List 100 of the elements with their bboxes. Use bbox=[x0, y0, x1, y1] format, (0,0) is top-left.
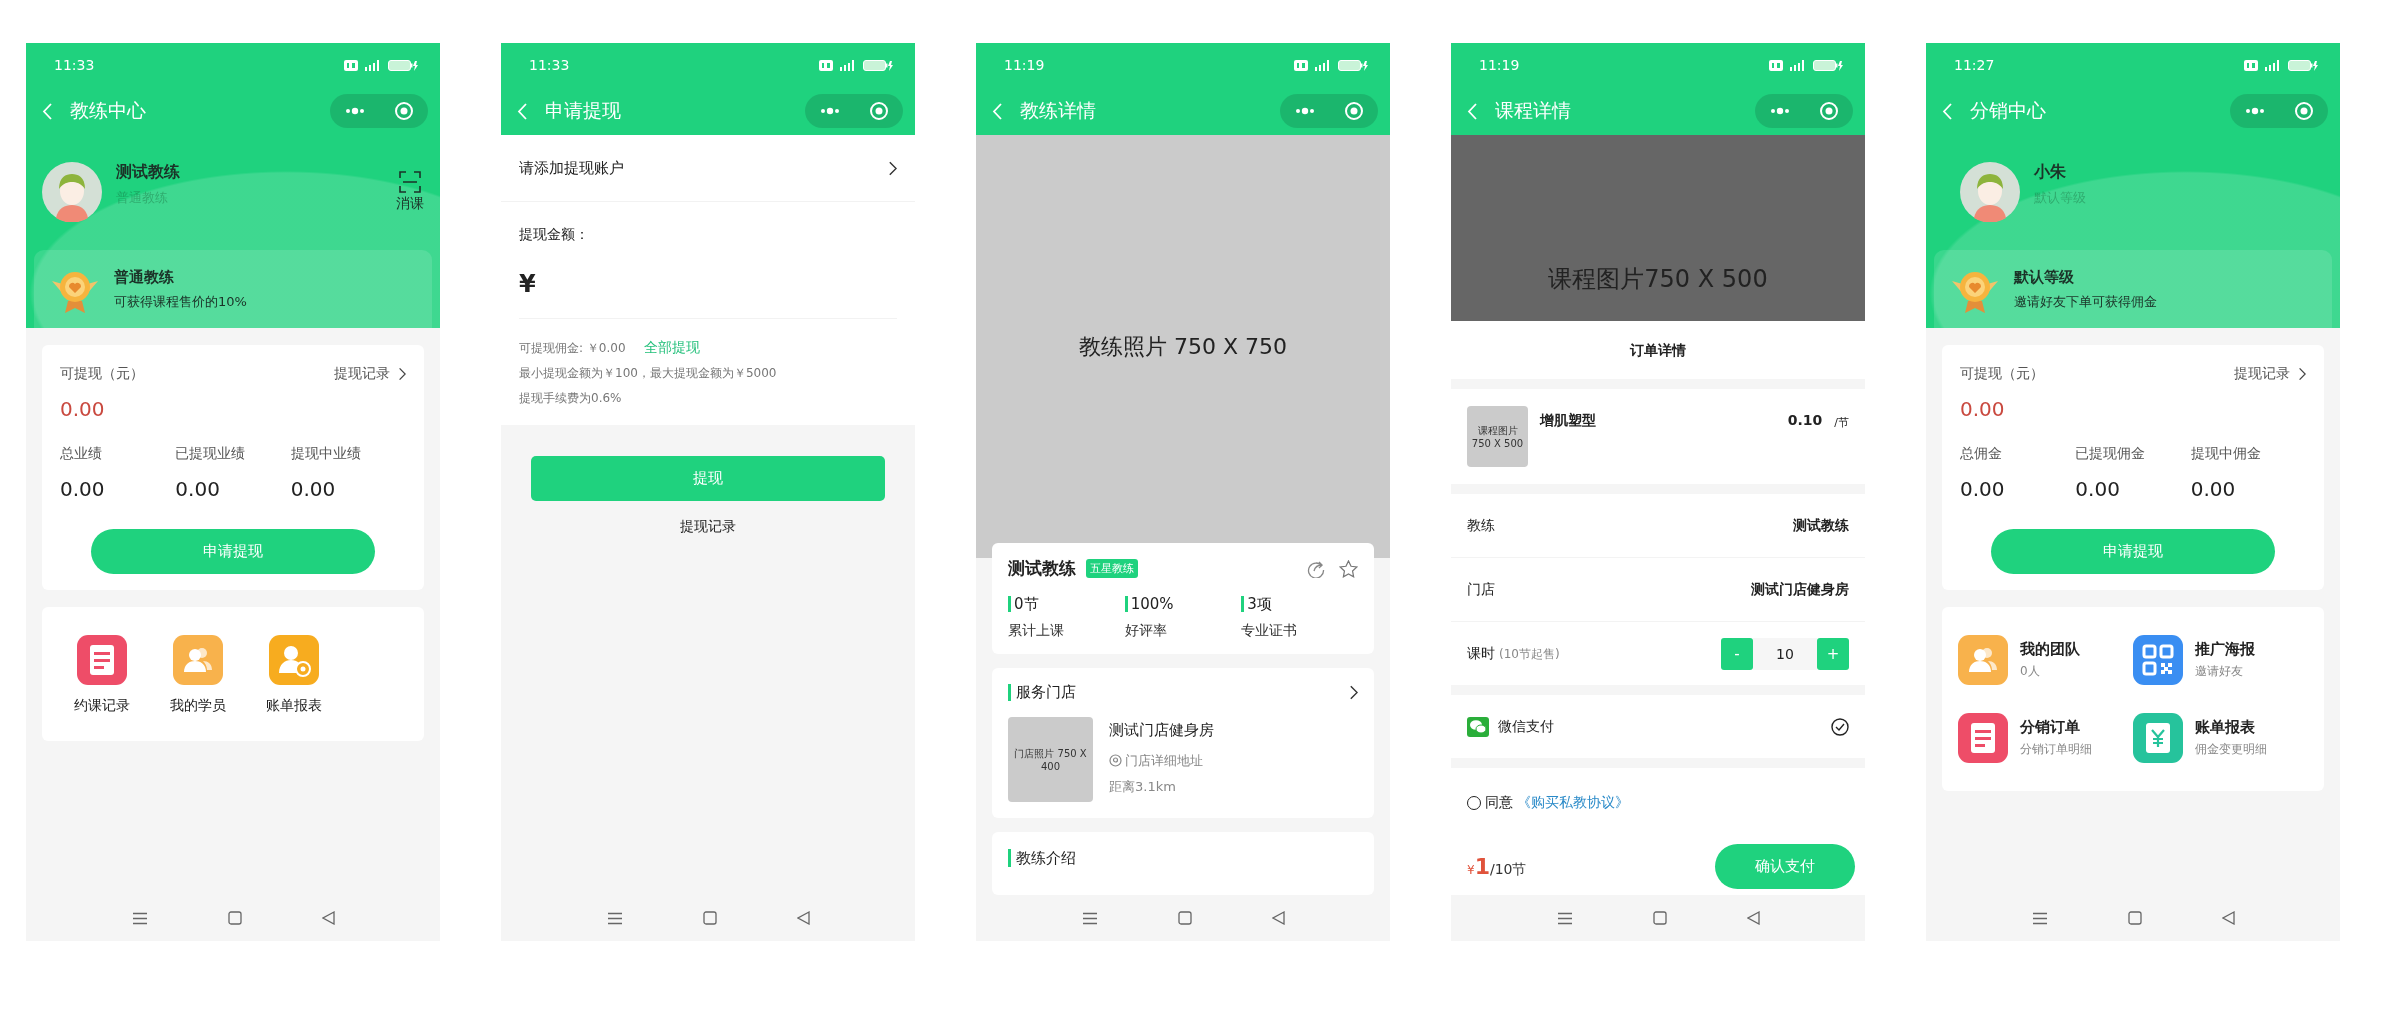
store-name[interactable]: 测试门店健身房 bbox=[1109, 721, 1214, 740]
home-icon[interactable] bbox=[1652, 911, 1667, 925]
menu-subtitle: 0人 bbox=[2020, 663, 2041, 680]
stat-label: 已提现业绩 bbox=[175, 445, 247, 463]
chevron-right-icon bbox=[398, 367, 406, 381]
battery-icon bbox=[1338, 59, 1368, 71]
share-icon[interactable] bbox=[1307, 559, 1325, 578]
people-icon[interactable] bbox=[1958, 635, 2008, 685]
back-triangle-icon[interactable] bbox=[1271, 911, 1285, 925]
more-icon[interactable] bbox=[1769, 107, 1790, 115]
battery-icon bbox=[2288, 59, 2318, 71]
agreement-link[interactable]: 《购买私教协议》 bbox=[1517, 794, 1629, 812]
stat-label: 累计上课 bbox=[1008, 622, 1065, 640]
placeholder-caption: 门店照片 750 X 400 bbox=[1013, 746, 1088, 773]
menu-icon[interactable] bbox=[1081, 911, 1098, 925]
signal-icon bbox=[364, 59, 382, 71]
add-account-row[interactable]: 请添加提现账户 bbox=[501, 135, 915, 202]
withdraw-record-link[interactable]: 提现记录 bbox=[2234, 365, 2306, 383]
page-title: 教练中心 bbox=[70, 98, 147, 123]
close-icon[interactable] bbox=[1343, 101, 1364, 121]
order-heading: 订单详情 bbox=[1451, 321, 1865, 379]
ledger-icon[interactable] bbox=[2133, 713, 2183, 763]
status-time: 11:33 bbox=[529, 57, 570, 73]
close-icon[interactable] bbox=[2293, 101, 2314, 121]
more-icon[interactable] bbox=[1294, 107, 1315, 115]
menu-label[interactable]: 约课记录 bbox=[74, 697, 130, 715]
stat-label: 总业绩 bbox=[60, 445, 103, 463]
qr-code-icon[interactable] bbox=[2133, 635, 2183, 685]
check-circle-icon[interactable] bbox=[1831, 717, 1849, 736]
page-title: 课程详情 bbox=[1495, 98, 1572, 123]
stat-value: 100% bbox=[1124, 596, 1242, 612]
withdraw-record-link[interactable]: 提现记录 bbox=[334, 365, 406, 383]
placeholder-caption: 课程图片750 X 500 bbox=[1548, 264, 1768, 295]
agree-label: 同意 bbox=[1485, 794, 1513, 812]
star-icon[interactable] bbox=[1339, 559, 1358, 578]
person-badge-icon[interactable] bbox=[269, 635, 319, 685]
home-icon[interactable] bbox=[227, 911, 242, 925]
balance-amount: 0.00 bbox=[60, 397, 106, 421]
balance-amount: 0.00 bbox=[1960, 397, 2006, 421]
menu-title[interactable]: 我的团队 bbox=[2020, 640, 2080, 659]
total-unit: /10节 bbox=[1489, 861, 1527, 879]
menu-label[interactable]: 我的学员 bbox=[170, 697, 226, 715]
close-icon[interactable] bbox=[1818, 101, 1839, 121]
back-triangle-icon[interactable] bbox=[321, 911, 335, 925]
amount-label: 提现金额： bbox=[519, 226, 590, 244]
close-icon[interactable] bbox=[868, 101, 889, 121]
back-icon[interactable] bbox=[42, 102, 52, 120]
level-title: 普通教练 bbox=[114, 267, 175, 287]
page-title: 分销中心 bbox=[1970, 98, 2047, 123]
back-icon[interactable] bbox=[1467, 102, 1477, 120]
limit-note: 最小提现金额为￥100，最大提现金额为￥5000 bbox=[519, 365, 778, 382]
stat-label: 已提现佣金 bbox=[2075, 445, 2147, 463]
home-icon[interactable] bbox=[1177, 911, 1192, 925]
back-triangle-icon[interactable] bbox=[796, 911, 810, 925]
menu-icon[interactable] bbox=[2031, 911, 2048, 925]
home-icon[interactable] bbox=[2127, 911, 2142, 925]
back-triangle-icon[interactable] bbox=[1746, 911, 1760, 925]
back-icon[interactable] bbox=[992, 102, 1002, 120]
wechat-pay-icon bbox=[1467, 716, 1489, 737]
total-amount: 1 bbox=[1474, 854, 1490, 879]
withdraw-record-link[interactable]: 提现记录 bbox=[680, 518, 736, 534]
back-icon[interactable] bbox=[1942, 102, 1952, 120]
people-icon[interactable] bbox=[173, 635, 223, 685]
document-icon[interactable] bbox=[77, 635, 127, 685]
status-time: 11:27 bbox=[1954, 57, 1995, 73]
document-icon[interactable] bbox=[1958, 713, 2008, 763]
stat-value: 0.00 bbox=[60, 477, 106, 501]
stat-value: 0.00 bbox=[175, 477, 221, 501]
close-icon[interactable] bbox=[393, 101, 414, 121]
chevron-right-icon bbox=[1349, 685, 1358, 700]
scan-button[interactable]: 消课 bbox=[396, 170, 424, 213]
more-icon[interactable] bbox=[819, 107, 840, 115]
stat-value: 0.00 bbox=[290, 477, 337, 501]
battery-icon bbox=[1813, 59, 1843, 71]
hd-icon bbox=[344, 59, 358, 71]
menu-icon[interactable] bbox=[1556, 911, 1573, 925]
page-title: 教练详情 bbox=[1020, 98, 1097, 123]
user-name: 小朱 bbox=[2034, 162, 2067, 183]
menu-icon[interactable] bbox=[131, 911, 148, 925]
menu-icon[interactable] bbox=[606, 911, 623, 925]
menu-title[interactable]: 分销订单 bbox=[2020, 718, 2092, 737]
back-icon[interactable] bbox=[517, 102, 527, 120]
battery-icon bbox=[863, 59, 893, 71]
menu-title[interactable]: 推广海报 bbox=[2195, 640, 2255, 659]
menu-title[interactable]: 账单报表 bbox=[2195, 718, 2267, 737]
section-heading: 教练介绍 bbox=[1008, 849, 1076, 867]
status-time: 11:33 bbox=[54, 57, 95, 73]
quantity-field[interactable]: 10 bbox=[1753, 637, 1817, 670]
more-icon[interactable] bbox=[2244, 107, 2265, 115]
field-label: 课时 bbox=[1467, 644, 1495, 661]
more-icon[interactable] bbox=[344, 107, 365, 115]
amount-field[interactable]: ¥ bbox=[519, 244, 897, 319]
level-description: 可获得课程售价的10% bbox=[114, 292, 247, 311]
back-triangle-icon[interactable] bbox=[2221, 911, 2235, 925]
page-title: 申请提现 bbox=[545, 98, 622, 123]
stat-value: 0.00 bbox=[2075, 477, 2121, 501]
menu-label[interactable]: 账单报表 bbox=[266, 697, 322, 715]
home-icon[interactable] bbox=[702, 911, 717, 925]
fee-note: 提现手续费为0.6% bbox=[519, 390, 623, 407]
store-distance: 距离3.1km bbox=[1109, 778, 1177, 796]
